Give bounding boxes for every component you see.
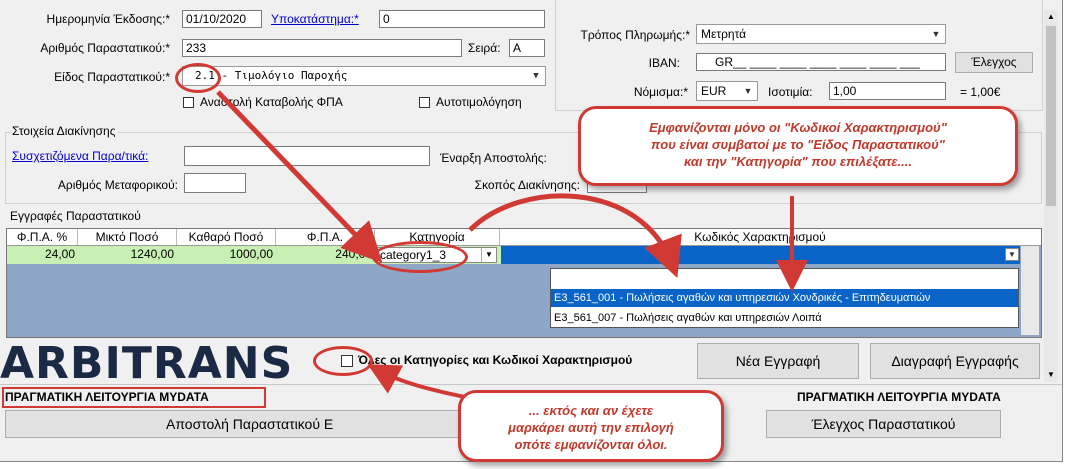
arrow-doctype-to-category xyxy=(216,90,383,263)
callout-show-all: ... εκτός και αν έχετε μαρκάρει αυτή την… xyxy=(458,390,724,462)
callout-line: ... εκτός και αν έχετε xyxy=(528,403,654,418)
callout-line: μαρκάρει αυτή την επιλογή xyxy=(508,420,674,435)
callout-line: που είναι συμβατοί με το "Είδος Παραστατ… xyxy=(651,137,945,152)
highlight-mode-left xyxy=(2,387,266,408)
arrow-category-to-code xyxy=(468,193,682,279)
callout-compatible-codes: Εμφανίζονται μόνο οι "Κωδικοί Χαρακτηρισ… xyxy=(578,106,1018,186)
highlight-category xyxy=(372,241,468,273)
highlight-doc-type xyxy=(175,63,221,93)
highlight-all-checkbox xyxy=(313,346,373,376)
arrow-bottom-to-checkbox xyxy=(367,364,471,400)
callout-line: και την "Κατηγορία" που επιλέξατε.... xyxy=(683,154,912,169)
callout-line: οπότε εμφανίζονται όλοι. xyxy=(514,437,668,452)
callout-line: Εμφανίζονται μόνο οι "Κωδικοί Χαρακτηρισ… xyxy=(649,120,947,135)
